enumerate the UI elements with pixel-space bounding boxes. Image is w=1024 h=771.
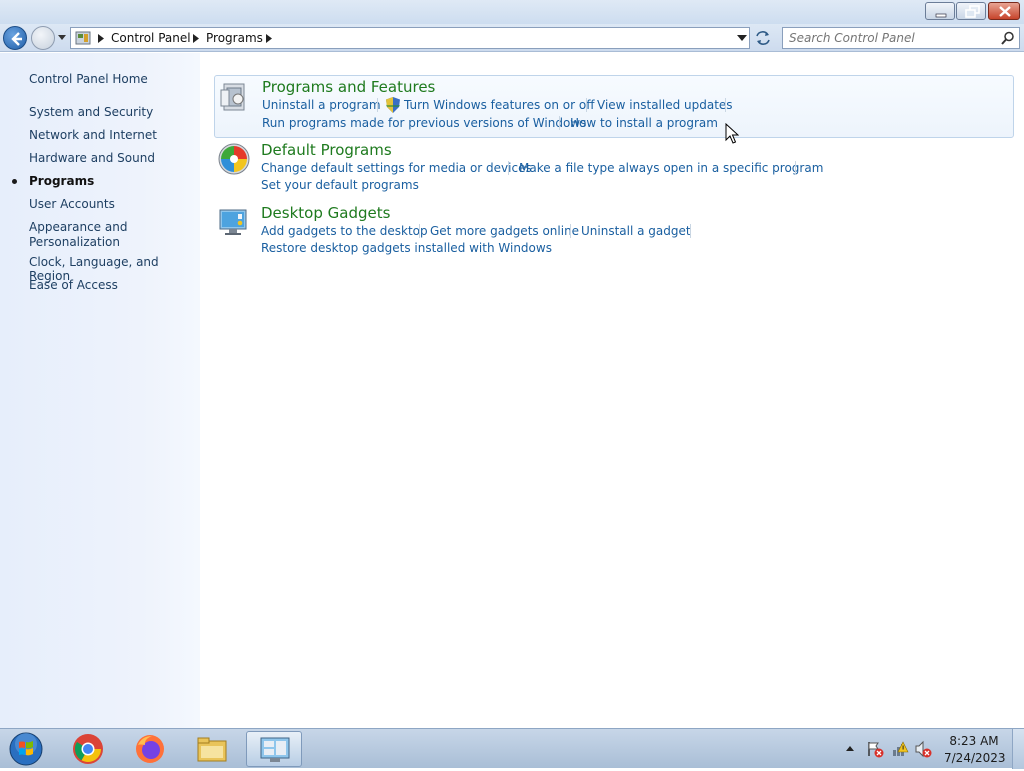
refresh-button[interactable]	[752, 27, 774, 49]
left-pane: Control Panel Home System and Security N…	[0, 53, 200, 728]
nav-item-system-security[interactable]: System and Security	[29, 105, 153, 119]
forward-button[interactable]	[31, 26, 55, 50]
separator	[559, 116, 560, 130]
nav-item-appearance-line1[interactable]: Appearance and	[29, 220, 127, 234]
close-icon	[999, 6, 1011, 17]
start-button[interactable]	[5, 730, 45, 768]
desktop-gadgets-icon	[219, 209, 247, 235]
chevron-down-icon[interactable]	[737, 34, 747, 42]
window-title-bar[interactable]	[0, 0, 1024, 24]
nav-item-appearance-line2[interactable]: Personalization	[29, 235, 120, 249]
restore-button[interactable]	[956, 2, 986, 20]
chrome-icon	[73, 734, 103, 764]
uac-shield-icon	[386, 97, 400, 113]
minimize-icon	[935, 13, 947, 18]
control-panel-home-link[interactable]: Control Panel Home	[29, 72, 148, 86]
content-area: Programs and Features Uninstall a progra…	[200, 53, 1024, 728]
task-view-installed-updates[interactable]: View installed updates	[597, 98, 733, 112]
breadcrumb-control-panel[interactable]: Control Panel	[111, 31, 191, 45]
category-title-default-programs[interactable]: Default Programs	[261, 141, 392, 159]
volume-muted-icon[interactable]	[914, 740, 932, 758]
start-orb-icon	[9, 732, 43, 766]
clock-time[interactable]: 8:23 AM	[944, 734, 1004, 748]
show-hidden-icons-arrow[interactable]	[845, 744, 855, 752]
category-title-programs-features[interactable]: Programs and Features	[262, 78, 435, 96]
firefox-icon	[136, 735, 164, 763]
chevron-right-icon	[98, 34, 104, 43]
task-uninstall-program[interactable]: Uninstall a program	[262, 98, 381, 112]
navigation-bar: Control Panel Programs	[0, 24, 1024, 52]
search-input[interactable]	[785, 29, 995, 47]
taskbar-file-explorer[interactable]	[184, 731, 240, 767]
programs-features-icon	[220, 83, 245, 111]
chevron-right-icon[interactable]	[192, 34, 200, 43]
search-box[interactable]	[782, 27, 1020, 49]
chevron-right-icon[interactable]	[265, 34, 273, 43]
show-desktop-button[interactable]	[1012, 729, 1024, 769]
category-desktop-gadgets: Desktop Gadgets Add gadgets to the deskt…	[214, 204, 1014, 260]
refresh-icon	[756, 31, 770, 45]
separator	[508, 161, 509, 175]
recent-pages-dropdown[interactable]	[57, 33, 67, 43]
network-icon[interactable]	[891, 740, 909, 758]
category-default-programs: Default Programs Change default settings…	[214, 141, 1014, 197]
nav-item-programs: Programs	[29, 174, 95, 188]
category-title-desktop-gadgets[interactable]: Desktop Gadgets	[261, 204, 390, 222]
separator	[586, 98, 587, 112]
clock-date[interactable]: 7/24/2023	[944, 751, 1006, 765]
task-restore-gadgets[interactable]: Restore desktop gadgets installed with W…	[261, 241, 552, 255]
task-get-more-gadgets[interactable]: Get more gadgets online	[430, 224, 579, 238]
task-turn-windows-features[interactable]: Turn Windows features on or off	[404, 98, 595, 112]
back-button[interactable]	[3, 26, 27, 50]
control-panel-icon	[75, 31, 91, 45]
separator	[570, 224, 571, 238]
nav-item-ease-of-access[interactable]: Ease of Access	[29, 278, 118, 292]
restore-icon	[965, 5, 980, 18]
separator	[795, 161, 796, 175]
control-panel-icon	[260, 737, 290, 762]
current-item-bullet	[12, 179, 17, 184]
arrow-left-icon	[11, 32, 22, 46]
separator	[419, 224, 420, 238]
task-uninstall-gadget[interactable]: Uninstall a gadget	[581, 224, 691, 238]
separator	[690, 224, 691, 238]
taskbar-firefox[interactable]	[122, 731, 178, 767]
mouse-cursor-icon	[725, 123, 739, 144]
action-center-flag-icon[interactable]	[866, 740, 884, 758]
close-button[interactable]	[988, 2, 1020, 20]
task-add-gadgets[interactable]: Add gadgets to the desktop	[261, 224, 428, 238]
taskbar-chrome[interactable]	[60, 731, 116, 767]
minimize-button[interactable]	[925, 2, 955, 20]
search-icon[interactable]	[1001, 31, 1015, 45]
category-programs-features: Programs and Features Uninstall a progra…	[214, 75, 1014, 138]
nav-item-hardware-sound[interactable]: Hardware and Sound	[29, 151, 155, 165]
task-set-default-programs[interactable]: Set your default programs	[261, 178, 419, 192]
task-make-file-type-open[interactable]: Make a file type always open in a specif…	[519, 161, 823, 175]
taskbar-control-panel[interactable]	[246, 731, 302, 767]
file-explorer-icon	[197, 737, 227, 762]
separator	[377, 98, 378, 112]
nav-item-user-accounts[interactable]: User Accounts	[29, 197, 115, 211]
breadcrumb-programs[interactable]: Programs	[206, 31, 263, 45]
nav-item-network-internet[interactable]: Network and Internet	[29, 128, 157, 142]
default-programs-icon	[218, 143, 250, 175]
separator	[725, 98, 726, 112]
task-how-to-install[interactable]: How to install a program	[570, 116, 718, 130]
taskbar: 8:23 AM 7/24/2023	[0, 728, 1024, 769]
task-change-default-media-settings[interactable]: Change default settings for media or dev…	[261, 161, 532, 175]
address-bar[interactable]: Control Panel Programs	[70, 27, 750, 49]
task-run-previous-versions[interactable]: Run programs made for previous versions …	[262, 116, 586, 130]
